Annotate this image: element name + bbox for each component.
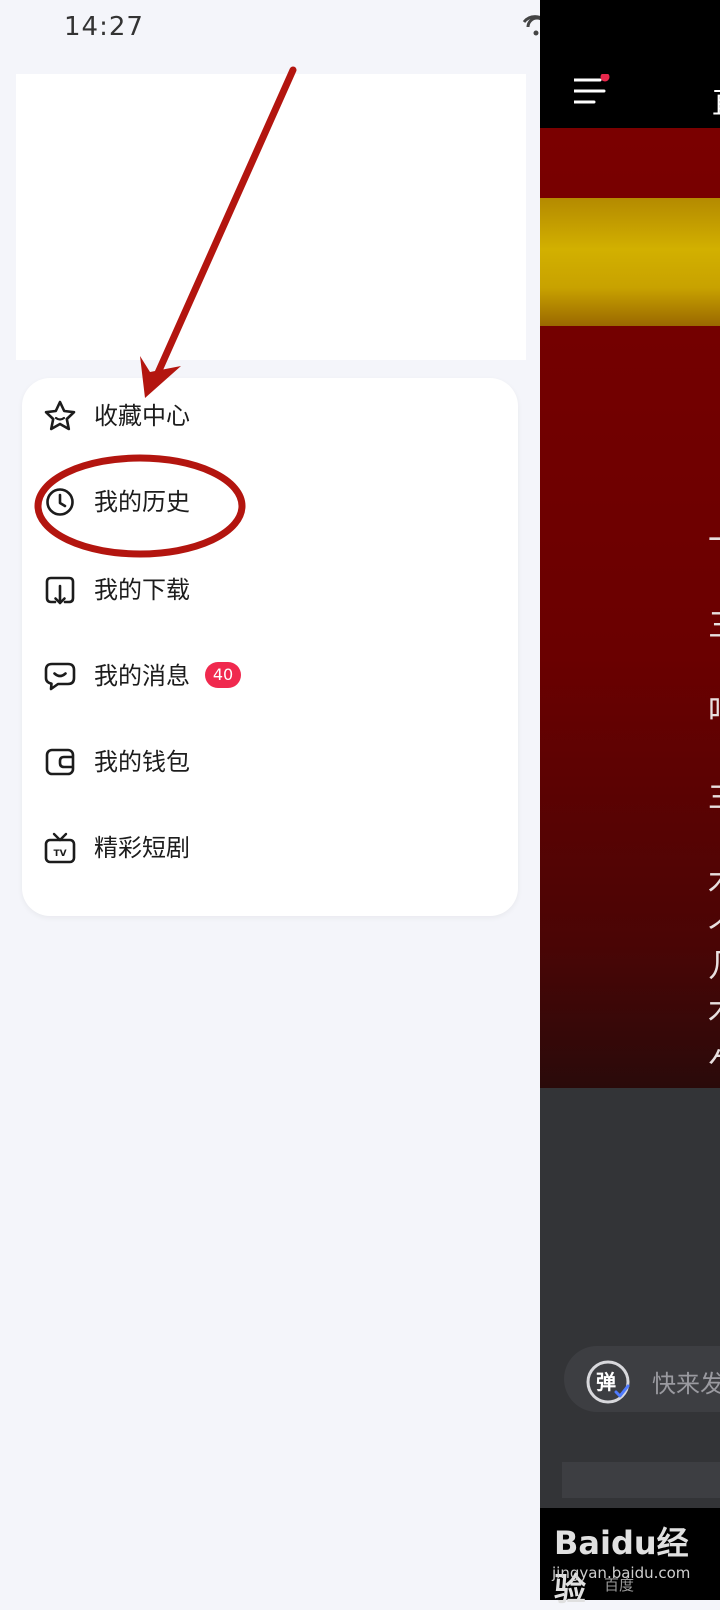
video-page-topbar: 直 [540, 0, 720, 128]
video-subtitle-char: 吗 [708, 686, 720, 732]
menu-item-messages[interactable]: 我的消息 40 [22, 638, 518, 718]
danmu-placeholder: 快来发 [652, 1370, 720, 1398]
comment-section [540, 1088, 720, 1508]
video-subtitle-char: 一 [708, 515, 720, 561]
menu-item-label: 收藏中心 [94, 402, 190, 430]
video-yellow-banner [540, 198, 720, 326]
menu-item-favorites[interactable]: 收藏中心 [22, 378, 518, 458]
wallet-icon [42, 744, 78, 780]
clock-icon [42, 484, 78, 520]
menu-card: 收藏中心 我的历史 我的下载 我的消息 40 我的钱包 TV 精彩短剧 [22, 378, 518, 916]
menu-item-label: 我的历史 [94, 488, 190, 516]
message-icon [42, 658, 78, 694]
danmu-toggle-icon[interactable]: 弹 [584, 1358, 632, 1406]
unread-badge: 40 [205, 662, 241, 688]
video-page-overlay[interactable]: 直 一 三 吗 主 木 个 几 木 乍 弹 快来发 [540, 0, 720, 1600]
profile-card [16, 74, 526, 360]
menu-icon[interactable] [572, 72, 610, 110]
watermark-sub: 百度 [604, 1576, 635, 1594]
star-icon [42, 398, 78, 434]
wifi-icon [522, 14, 540, 36]
video-subtitle-char: 木 [708, 985, 720, 1031]
danmu-icon-label: 弹 [596, 1370, 616, 1394]
download-icon [42, 572, 78, 608]
video-subtitle-char: 三 [708, 600, 720, 646]
menu-item-label: 我的钱包 [94, 748, 190, 776]
menu-item-label: 我的下载 [94, 576, 190, 604]
video-subtitle-char: 木 [708, 856, 720, 902]
video-page-title: 直 [712, 78, 720, 122]
menu-item-wallet[interactable]: 我的钱包 [22, 724, 518, 804]
video-subtitle-char: 主 [708, 770, 720, 816]
menu-item-label: 精彩短剧 [94, 834, 190, 862]
svg-text:TV: TV [53, 849, 66, 859]
video-subtitle-char: 乍 [708, 1040, 720, 1086]
baidu-jingyan-watermark: Baidu经验 jingyan.baidu.com 百度 [540, 1508, 720, 1608]
video-subtitle-char: 几 [708, 940, 720, 986]
status-bar: 14:27 [0, 0, 540, 56]
tv-icon: TV [42, 830, 78, 866]
menu-item-downloads[interactable]: 我的下载 [22, 552, 518, 632]
comment-input-bar[interactable] [562, 1462, 720, 1498]
menu-item-label: 我的消息 [94, 662, 190, 690]
menu-item-short-drama[interactable]: TV 精彩短剧 [22, 810, 518, 890]
status-time: 14:27 [64, 12, 144, 42]
menu-item-history[interactable]: 我的历史 [22, 464, 518, 544]
